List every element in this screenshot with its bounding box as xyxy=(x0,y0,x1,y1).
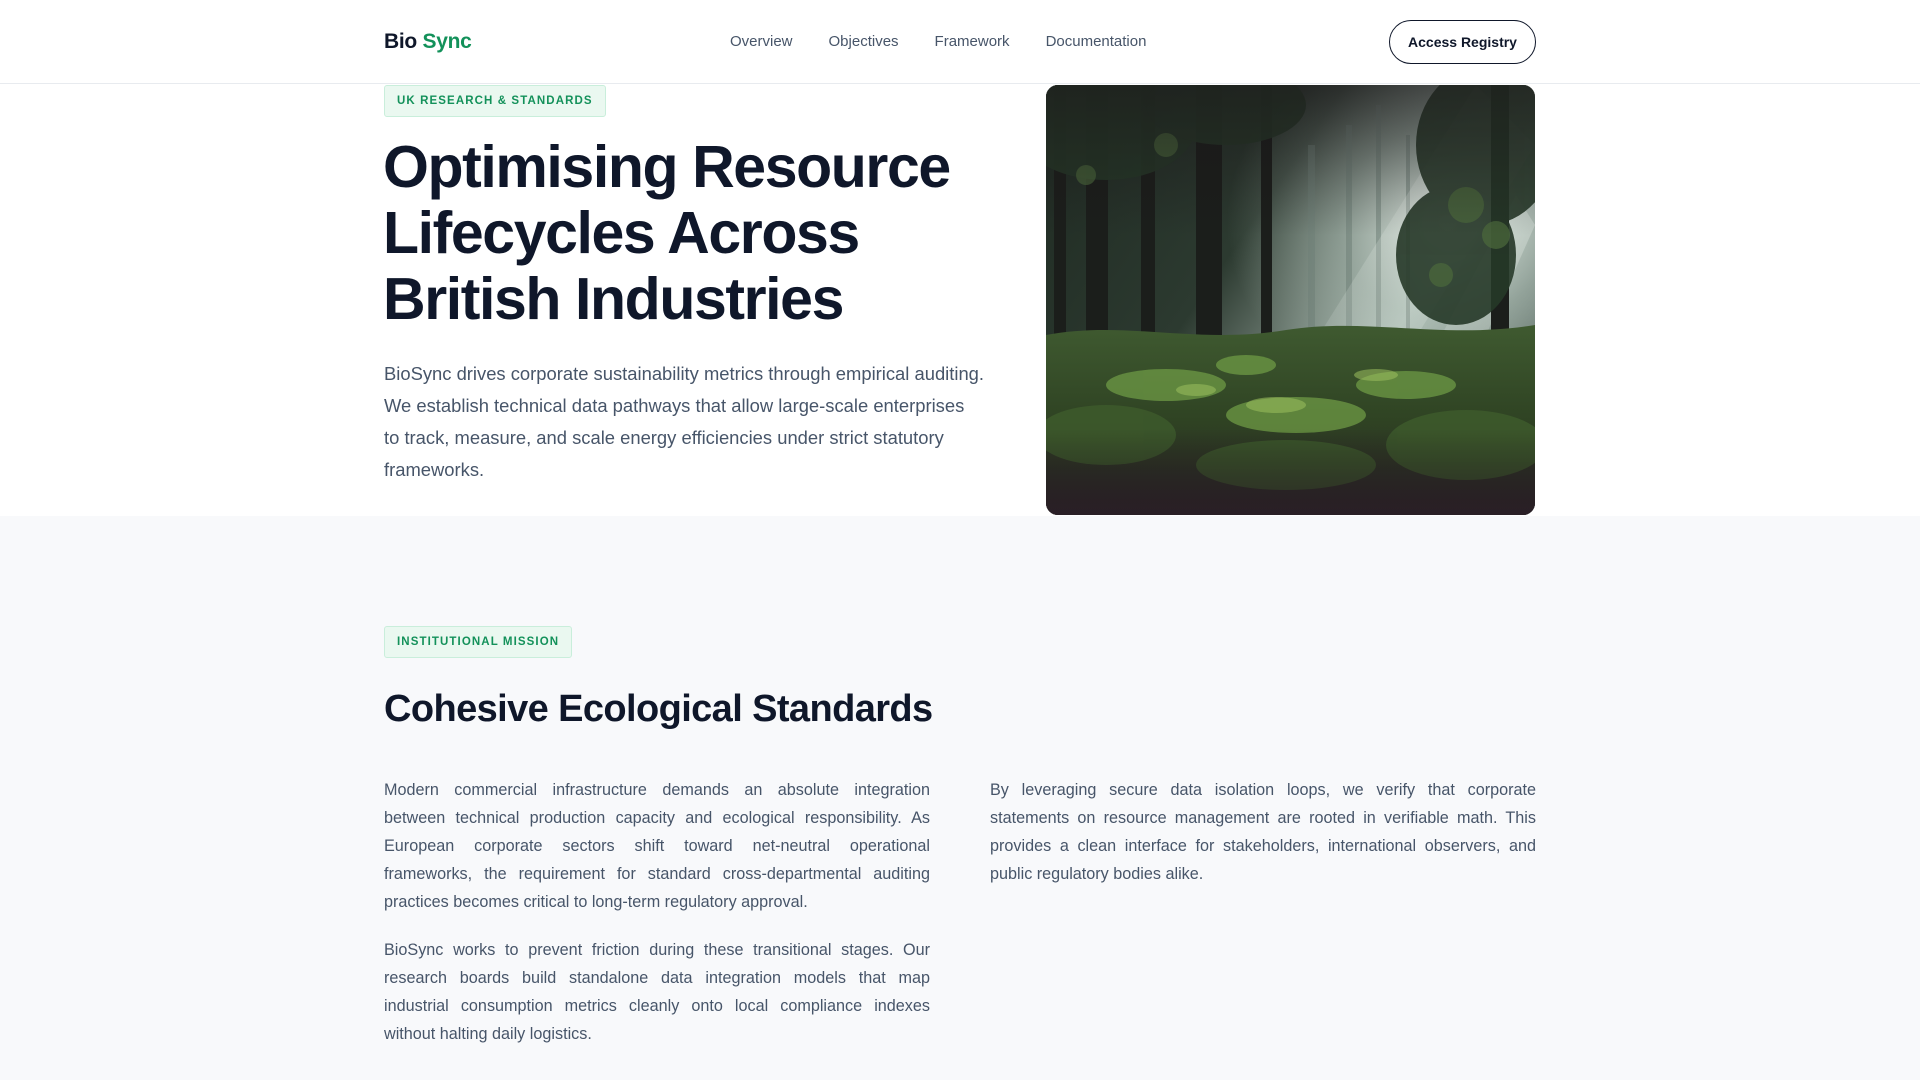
brand-accent: Sync xyxy=(422,30,472,53)
brand-primary: Bio xyxy=(384,30,417,53)
nav-objectives[interactable]: Objectives xyxy=(829,32,899,52)
mission-column-left: Modern commercial infrastructure demands… xyxy=(384,776,930,1068)
mission-section: INSTITUTIONAL MISSION Cohesive Ecologica… xyxy=(0,516,1920,1080)
mission-paragraph: BioSync works to prevent friction during… xyxy=(384,941,930,1043)
brand-logo[interactable]: Bio Sync xyxy=(384,29,472,55)
site-header: Bio Sync Overview Objectives Framework D… xyxy=(0,0,1920,84)
access-registry-button[interactable]: Access Registry xyxy=(1389,20,1536,64)
mission-column-right: By leveraging secure data isolation loop… xyxy=(990,776,1536,908)
forest-photo-icon xyxy=(1046,85,1535,515)
forest-image xyxy=(1046,85,1535,515)
mission-paragraph: By leveraging secure data isolation loop… xyxy=(990,781,1536,883)
nav-overview[interactable]: Overview xyxy=(730,32,793,52)
hero-section: UK RESEARCH & STANDARDS Optimising Resou… xyxy=(0,84,1920,516)
nav-framework[interactable]: Framework xyxy=(935,32,1010,52)
main-nav: Overview Objectives Framework Documentat… xyxy=(730,32,1146,52)
hero-title: Optimising Resource Lifecycles Across Br… xyxy=(383,134,951,332)
mission-tag: INSTITUTIONAL MISSION xyxy=(384,626,573,658)
mission-title: Cohesive Ecological Standards xyxy=(384,688,933,730)
hero-tag: UK RESEARCH & STANDARDS xyxy=(384,85,606,117)
hero-description: BioSync drives corporate sustainability … xyxy=(384,363,985,480)
mission-paragraph: Modern commercial infrastructure demands… xyxy=(384,781,930,911)
nav-documentation[interactable]: Documentation xyxy=(1046,32,1147,52)
